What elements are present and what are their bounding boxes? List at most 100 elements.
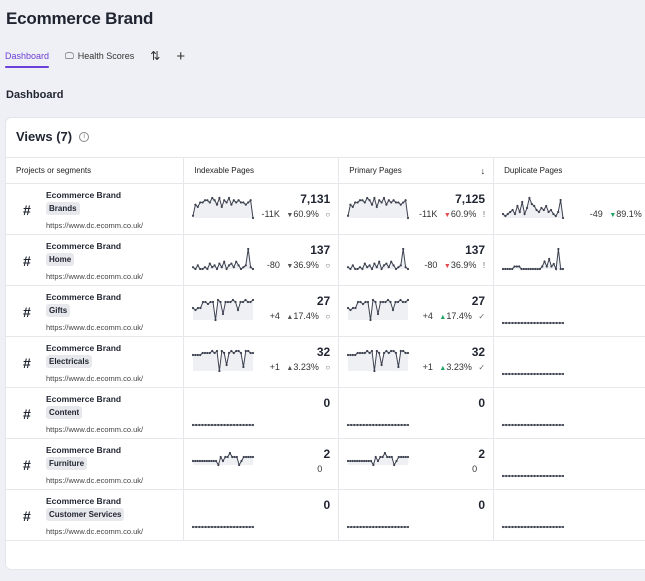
- reorder-tabs-icon[interactable]: ⇅: [150, 49, 160, 63]
- sort-desc-icon[interactable]: ↓: [481, 166, 486, 176]
- metric-cell[interactable]: 137 -80 ▼36.9% ○: [183, 234, 340, 286]
- table-row[interactable]: # Ecommerce Brand Home https://www.dc.ec…: [6, 234, 645, 286]
- sparkline-point: [558, 525, 562, 529]
- project-cell[interactable]: # Ecommerce Brand Furniture https://www.…: [6, 438, 185, 490]
- metric-cell[interactable]: 0: [338, 489, 495, 541]
- table-row[interactable]: # Ecommerce Brand Content https://www.dc…: [6, 387, 645, 439]
- metric-cell[interactable]: 6 -49 ▼89.1% ✓: [493, 183, 645, 235]
- sparkline-point: [229, 300, 232, 304]
- metric-cell[interactable]: 0: [183, 489, 340, 541]
- status-icon: ○: [325, 210, 331, 219]
- sparkline-point: [389, 300, 392, 304]
- project-url[interactable]: https://www.dc.ecomm.co.uk/: [46, 425, 143, 434]
- sparkline-point: [397, 201, 400, 204]
- sparkline-point: [211, 525, 214, 529]
- project-cell[interactable]: # Ecommerce Brand Content https://www.dc…: [6, 387, 185, 439]
- delta-percent: 36.9%: [450, 260, 477, 270]
- delta-percent: 17.4%: [446, 311, 472, 321]
- metric-cell[interactable]: 2 0: [338, 438, 495, 490]
- sparkline-point: [224, 300, 227, 304]
- metric-cell[interactable]: 7,125 -11K ▼60.9% !: [338, 183, 495, 235]
- table-row[interactable]: # Ecommerce Brand Gifts https://www.dc.e…: [6, 285, 645, 337]
- sparkline-point: [215, 459, 218, 463]
- sparkline-point: [366, 196, 369, 200]
- sparkline-point: [380, 267, 383, 271]
- sparkline-point: [547, 210, 550, 214]
- sparkline-point: [511, 474, 514, 478]
- sparkline-point: [192, 214, 195, 217]
- sparkline-point: [245, 203, 248, 206]
- sparkline-point: [206, 351, 209, 355]
- sparkline-point: [511, 321, 514, 325]
- metric-cell[interactable]: 0: [338, 387, 495, 439]
- sparkline-point: [530, 423, 533, 427]
- add-tab-icon[interactable]: +: [176, 48, 185, 65]
- project-url[interactable]: https://www.dc.ecomm.co.uk/: [46, 221, 143, 230]
- column-header-indexable[interactable]: Indexable Pages: [183, 157, 340, 184]
- metric-cell[interactable]: 0: [493, 489, 645, 541]
- project-cell[interactable]: # Ecommerce Brand Gifts https://www.dc.e…: [6, 285, 185, 337]
- column-header-primary[interactable]: Primary Pages ↓: [338, 157, 495, 184]
- metric-cell[interactable]: 137 -80 ▼36.9% !: [338, 234, 495, 286]
- metric-cell[interactable]: 0: [493, 387, 645, 439]
- sparkline-point: [204, 525, 208, 529]
- sparkline-point: [390, 201, 393, 204]
- sparkline-point: [349, 267, 352, 271]
- tab-health-scores[interactable]: 🖵 Health Scores: [65, 45, 134, 67]
- table-row[interactable]: # Ecommerce Brand Brands https://www.dc.…: [6, 183, 645, 235]
- sparkline-point: [244, 298, 247, 302]
- sparkline-point: [217, 298, 220, 302]
- metric-cell[interactable]: 2 0: [183, 438, 340, 490]
- project-cell[interactable]: # Ecommerce Brand Electricals https://ww…: [6, 336, 185, 388]
- table-row[interactable]: # Ecommerce Brand Furniture https://www.…: [6, 438, 645, 490]
- sparkline: [502, 474, 565, 478]
- metric-cell[interactable]: 32 +1 ▲3.23% ✓: [338, 336, 495, 388]
- metric-cell[interactable]: 7,131 -11K ▼60.9% ○: [183, 183, 340, 235]
- metric-cell[interactable]: 0: [493, 234, 645, 286]
- sparkline-point: [224, 455, 227, 459]
- sparkline-point: [525, 267, 528, 271]
- sparkline-point: [502, 267, 505, 271]
- project-cell[interactable]: # Ecommerce Brand Customer Services http…: [6, 489, 185, 541]
- sparkline-point: [211, 349, 214, 353]
- sparkline-point: [517, 474, 520, 478]
- project-url[interactable]: https://www.dc.ecomm.co.uk/: [46, 272, 143, 281]
- sparkline-point: [363, 351, 367, 355]
- sparkline: [502, 525, 565, 529]
- sparkline-point: [387, 298, 390, 302]
- sparkline-point: [367, 459, 371, 463]
- table-row[interactable]: # Ecommerce Brand Electricals https://ww…: [6, 336, 645, 388]
- sparkline-point: [233, 525, 236, 529]
- column-header-projects[interactable]: Projects or segments: [6, 157, 185, 184]
- metric-cell[interactable]: 32 +1 ▲3.23% ○: [183, 336, 340, 388]
- sparkline-point: [366, 525, 369, 529]
- delta-value: 0: [472, 464, 478, 474]
- segment-hash-icon: #: [23, 355, 31, 371]
- project-url[interactable]: https://www.dc.ecomm.co.uk/: [46, 323, 143, 332]
- metric-cell[interactable]: 0: [493, 438, 645, 490]
- sparkline-point: [521, 200, 524, 204]
- metric-cell[interactable]: 27 +4 ▲17.4% ○: [183, 285, 340, 337]
- metric-cell[interactable]: 27 +4 ▲17.4% ✓: [338, 285, 495, 337]
- metric-change: -80 ▼36.9% ○: [267, 260, 330, 270]
- info-icon[interactable]: i: [79, 131, 90, 142]
- table-row[interactable]: # Ecommerce Brand Customer Services http…: [6, 489, 645, 541]
- metric-cell[interactable]: 0: [493, 336, 645, 388]
- sparkline: [347, 196, 410, 220]
- project-url[interactable]: https://www.dc.ecomm.co.uk/: [46, 476, 143, 485]
- project-url[interactable]: https://www.dc.ecomm.co.uk/: [46, 374, 143, 383]
- project-url[interactable]: https://www.dc.ecomm.co.uk/: [46, 527, 143, 536]
- column-header-duplicate[interactable]: Duplicate Pages: [493, 157, 645, 184]
- project-cell[interactable]: # Ecommerce Brand Brands https://www.dc.…: [6, 183, 185, 235]
- sparkline-point: [201, 423, 204, 427]
- segment-hash-icon: #: [23, 508, 31, 524]
- metric-cell[interactable]: 0: [183, 387, 340, 439]
- sparkline-point: [192, 266, 195, 269]
- sparkline-point: [524, 423, 527, 427]
- sparkline-point: [352, 306, 355, 310]
- sparkline-point: [552, 212, 555, 216]
- tab-dashboard[interactable]: Dashboard: [5, 45, 50, 68]
- metric-cell[interactable]: 0: [493, 285, 645, 337]
- sparkline-point: [199, 353, 202, 357]
- project-cell[interactable]: # Ecommerce Brand Home https://www.dc.ec…: [6, 234, 185, 286]
